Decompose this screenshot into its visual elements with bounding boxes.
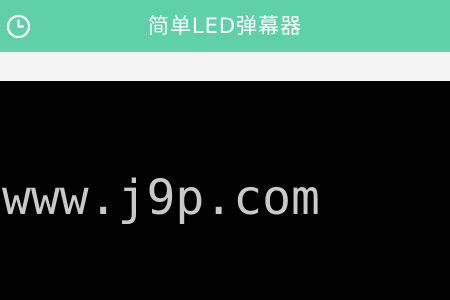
led-display[interactable]: www.j9p.com <box>0 81 450 300</box>
content-separator <box>0 52 450 81</box>
scrolling-text: www.j9p.com <box>2 170 320 226</box>
led-danmaku-app: 简单LED弹幕器 www.j9p.com <box>0 0 450 300</box>
app-header: 简单LED弹幕器 <box>0 0 450 52</box>
page-title: 简单LED弹幕器 <box>147 14 303 38</box>
